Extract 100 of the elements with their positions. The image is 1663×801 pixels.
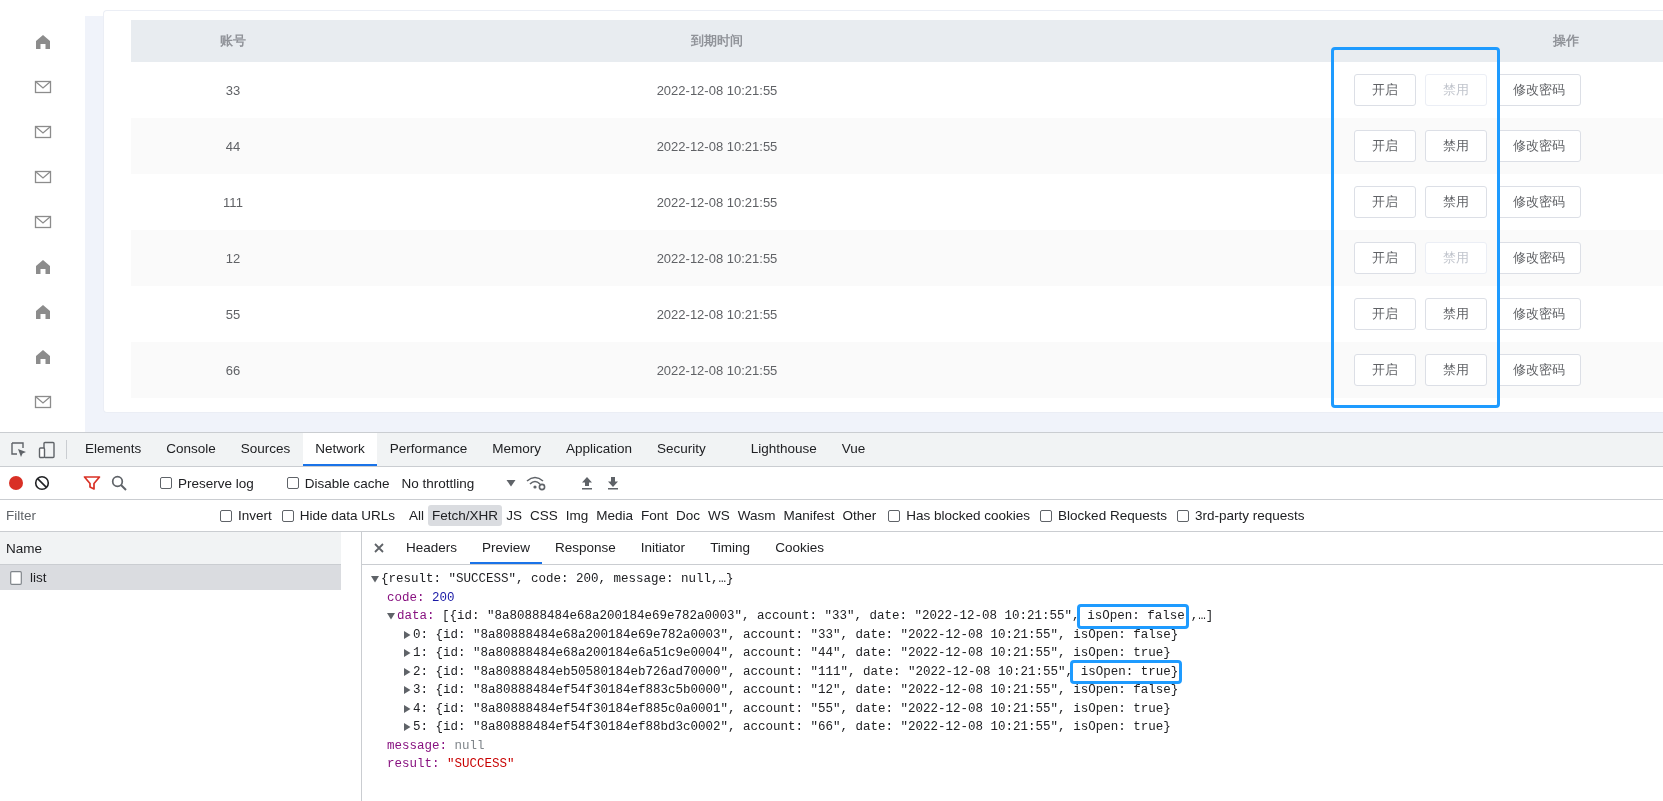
devtools-tab[interactable]: Network (303, 433, 377, 466)
type-filter[interactable]: All (405, 505, 429, 526)
column-header: 账号 (220, 33, 246, 48)
action-button[interactable]: 开启 (1354, 242, 1416, 274)
document-icon (10, 570, 22, 585)
devtools-tab[interactable]: Sources (228, 433, 303, 466)
column-header: 操作 (1552, 32, 1579, 50)
request-name: list (30, 570, 47, 585)
table-cell: 2022-12-08 10:21:55 (656, 138, 778, 154)
inspect-icon[interactable] (10, 440, 28, 459)
devtools-tab[interactable]: Elements (73, 433, 154, 466)
detail-tab[interactable]: Cookies (763, 532, 836, 564)
home-icon[interactable] (33, 348, 52, 366)
collapsed-arrow-icon[interactable] (403, 686, 411, 695)
search-icon[interactable] (111, 475, 127, 491)
column-header: Name (0, 532, 341, 565)
devtools-tab[interactable]: Vue (829, 433, 878, 466)
property-key: data: (397, 607, 435, 626)
type-filter[interactable]: Doc (671, 505, 704, 526)
collapsed-arrow-icon[interactable] (403, 649, 411, 658)
type-filter[interactable]: Media (592, 505, 637, 526)
checkbox[interactable]: Has blocked cookies (888, 508, 1031, 523)
object-preview: isOpen: false} (1072, 682, 1179, 699)
type-filter[interactable]: Other (838, 505, 881, 526)
mail-icon[interactable] (33, 123, 52, 141)
type-filter[interactable]: JS (502, 505, 526, 526)
type-filter[interactable]: Manifest (779, 505, 839, 526)
type-filter[interactable]: Img (561, 505, 593, 526)
change-password-button[interactable]: 修改密码 (1497, 74, 1581, 106)
change-password-button[interactable]: 修改密码 (1497, 354, 1581, 386)
action-button[interactable]: 禁用 (1425, 298, 1487, 330)
devtools-tab[interactable]: Application (553, 433, 644, 466)
mail-icon[interactable] (33, 168, 52, 186)
expanded-arrow-icon[interactable] (387, 612, 395, 621)
change-password-button[interactable]: 修改密码 (1497, 298, 1581, 330)
devtools-tab[interactable]: Performance (377, 433, 480, 466)
filter-icon[interactable] (83, 475, 101, 491)
collapsed-arrow-icon[interactable] (403, 704, 411, 713)
detail-tab[interactable]: Timing (698, 532, 763, 564)
detail-tab[interactable]: Headers (394, 532, 470, 564)
table-cell: 111 (223, 194, 243, 210)
checkbox[interactable]: Blocked Requests (1040, 508, 1167, 523)
table-cell: 2022-12-08 10:21:55 (656, 362, 778, 378)
property-key: 1: (413, 644, 428, 663)
collapsed-arrow-icon[interactable] (403, 723, 411, 732)
property-key: 0: (413, 625, 428, 644)
action-button[interactable]: 开启 (1354, 186, 1416, 218)
property-key: 3: (413, 681, 428, 700)
devtools-tab[interactable]: Security (644, 433, 718, 466)
checkbox[interactable]: Hide data URLs (281, 508, 396, 523)
devtools-tab[interactable]: Console (154, 433, 228, 466)
home-icon[interactable] (33, 258, 52, 276)
type-filter[interactable]: CSS (525, 505, 562, 526)
object-preview: isOpen: true} (1072, 700, 1171, 718)
network-settings-icon[interactable] (526, 475, 547, 491)
mail-icon[interactable] (33, 213, 52, 231)
checkbox[interactable]: Disable cache (286, 475, 390, 491)
property-key: 4: (413, 699, 428, 718)
clear-icon[interactable] (34, 475, 50, 491)
object-preview: {id: "8a80888484ef54f30184ef885c0a0001", account: "55", date: "2022-12-08 10:21:55", (435, 700, 1066, 718)
close-icon[interactable] (374, 543, 384, 553)
change-password-button[interactable]: 修改密码 (1497, 242, 1581, 274)
request-row[interactable]: list (0, 565, 341, 590)
expanded-arrow-icon[interactable] (371, 575, 379, 584)
checkbox[interactable]: Preserve log (160, 475, 254, 491)
caret-icon (506, 479, 517, 487)
property-value: null (454, 737, 485, 755)
devtools-tab[interactable]: Lighthouse (738, 433, 829, 466)
action-button[interactable]: 开启 (1354, 74, 1416, 106)
record-icon[interactable] (8, 475, 24, 491)
change-password-button[interactable]: 修改密码 (1497, 186, 1581, 218)
action-button[interactable]: 开启 (1354, 298, 1416, 330)
change-password-button[interactable]: 修改密码 (1497, 130, 1581, 162)
home-icon[interactable] (33, 303, 52, 321)
object-preview: {id: "8a80888484e68a200184e6a51c9e0004", account: "44", date: "2022-12-08 10:21:55", (435, 645, 1066, 662)
action-button[interactable]: 禁用 (1425, 186, 1487, 218)
table-cell: 33 (225, 82, 241, 98)
checkbox[interactable]: 3rd-party requests (1176, 508, 1305, 523)
checkbox[interactable]: Invert (220, 508, 272, 523)
column-header: 到期时间 (691, 33, 743, 48)
collapsed-arrow-icon[interactable] (403, 630, 411, 639)
object-preview: {id: "8a80888484e68a200184e69e782a0003", account: "33", date: "2022-12-08 10:21:55", (435, 626, 1066, 644)
collapsed-arrow-icon[interactable] (403, 667, 411, 676)
type-filter[interactable]: Font (636, 505, 672, 526)
type-filter[interactable]: Wasm (733, 505, 780, 526)
detail-tab[interactable]: Response (543, 532, 628, 564)
action-button[interactable]: 禁用 (1425, 130, 1487, 162)
type-filter[interactable]: Fetch/XHR (428, 505, 503, 526)
device-icon[interactable] (38, 440, 56, 459)
object-preview: isOpen: true} (1072, 719, 1171, 736)
action-button[interactable]: 开启 (1354, 130, 1416, 162)
detail-tab[interactable]: Initiator (628, 532, 698, 564)
throttling-dropdown[interactable]: No throttling (401, 475, 517, 491)
type-filter[interactable]: WS (704, 505, 734, 526)
mail-icon[interactable] (33, 393, 52, 411)
action-button[interactable]: 开启 (1354, 354, 1416, 386)
devtools-tab[interactable]: Memory (480, 433, 553, 466)
mail-icon[interactable] (33, 78, 52, 96)
home-icon[interactable] (33, 33, 52, 51)
action-button[interactable]: 禁用 (1425, 354, 1487, 386)
